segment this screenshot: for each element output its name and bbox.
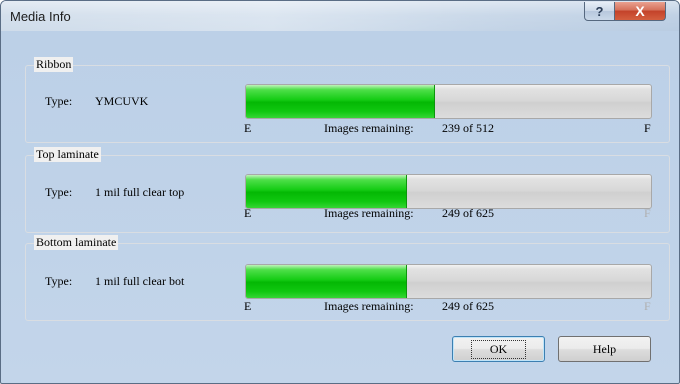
bottom-laminate-type-label: Type: <box>45 274 73 288</box>
ok-button[interactable]: OK <box>452 336 545 362</box>
top-laminate-scale-empty: E <box>244 206 252 220</box>
bottom-laminate-progress-fill <box>246 265 408 298</box>
help-button-label: Help <box>592 341 617 356</box>
top-laminate-scale-full: F <box>644 206 651 220</box>
bottom-laminate-progress-bar <box>245 264 652 299</box>
bottom-laminate-scale-empty: E <box>244 299 252 313</box>
ribbon-remaining-label: Images remaining: <box>324 121 414 135</box>
title-bar[interactable]: Media Info ? X <box>1 1 679 31</box>
help-button[interactable]: Help <box>558 336 651 362</box>
ribbon-type-value: YMCUVK <box>95 94 149 108</box>
top-laminate-remaining-value: 249 of 625 <box>442 206 494 220</box>
ribbon-group-label: Ribbon <box>34 57 74 72</box>
top-laminate-type-label: Type: <box>45 185 73 199</box>
ribbon-remaining-value: 239 of 512 <box>442 121 494 135</box>
ok-button-label: OK <box>470 339 527 359</box>
top-laminate-group-label: Top laminate <box>34 147 101 162</box>
close-icon: X <box>635 3 645 19</box>
bottom-laminate-remaining-label: Images remaining: <box>324 299 414 313</box>
top-laminate-progress-bar <box>245 174 652 209</box>
ribbon-scale-full: F <box>644 121 651 135</box>
ribbon-progress-bar <box>245 84 652 119</box>
ribbon-scale-empty: E <box>244 121 252 135</box>
title-close-button[interactable]: X <box>614 2 666 21</box>
top-laminate-type-value: 1 mil full clear top <box>95 185 185 199</box>
window-title: Media Info <box>10 9 71 24</box>
question-mark-icon: ? <box>595 3 604 19</box>
bottom-laminate-group-label: Bottom laminate <box>34 235 119 250</box>
bottom-laminate-scale-full: F <box>644 299 651 313</box>
top-laminate-progress-fill <box>246 175 408 208</box>
top-laminate-remaining-label: Images remaining: <box>324 206 414 220</box>
bottom-laminate-remaining-value: 249 of 625 <box>442 299 494 313</box>
ribbon-type-label: Type: <box>45 94 73 108</box>
title-help-button[interactable]: ? <box>584 2 615 21</box>
bottom-laminate-type-value: 1 mil full clear bot <box>95 274 185 288</box>
ribbon-progress-fill <box>246 85 436 118</box>
